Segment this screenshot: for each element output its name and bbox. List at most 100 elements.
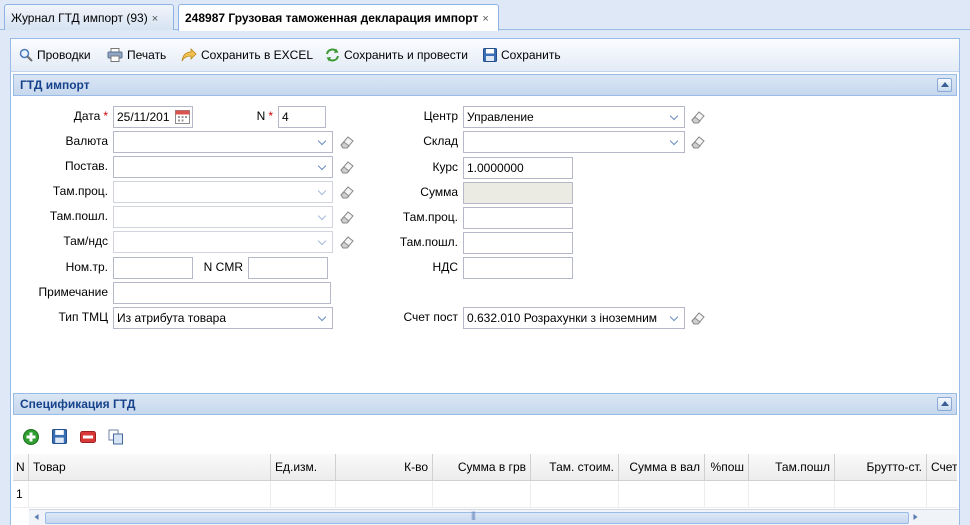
eraser-icon[interactable]	[339, 135, 355, 149]
column-header[interactable]: Там. стоим.	[531, 454, 619, 480]
scroll-left-icon[interactable]	[30, 511, 43, 523]
collapse-icon[interactable]	[937, 78, 952, 92]
tab-gtd-document[interactable]: 248987 Грузовая таможенная декларация им…	[178, 4, 499, 31]
save-to-excel-button[interactable]: Сохранить в EXCEL	[181, 46, 313, 64]
cmr-field[interactable]	[248, 257, 328, 279]
chevron-down-icon[interactable]	[314, 207, 332, 227]
right-customs-duty-field[interactable]	[463, 232, 573, 254]
rate-label: Курс	[432, 160, 458, 174]
customs-procedure-combo[interactable]	[113, 181, 333, 203]
calendar-icon[interactable]	[175, 109, 190, 124]
printer-icon	[107, 48, 123, 62]
customs-duty-combo[interactable]	[113, 206, 333, 228]
table-cell[interactable]	[749, 481, 835, 507]
delete-row-icon[interactable]	[80, 431, 96, 443]
column-header[interactable]: Ед.изм.	[271, 454, 336, 480]
chevron-down-icon[interactable]	[314, 157, 332, 177]
date-field[interactable]: 25/11/201	[113, 106, 193, 128]
save-row-icon[interactable]	[52, 429, 67, 444]
currency-combo[interactable]	[113, 131, 333, 153]
goods-type-combo[interactable]: Из атрибута товара	[113, 307, 333, 329]
sum-label: Сумма	[420, 185, 458, 199]
spec-grid-header: N Товар Ед.изм. К-во Сумма в грв Там. ст…	[13, 454, 957, 481]
panel-title: ГТД импорт	[20, 78, 90, 92]
right-customs-procedure-field[interactable]	[463, 207, 573, 229]
table-cell[interactable]	[927, 481, 957, 507]
tab-label: Журнал ГТД импорт (93)	[11, 11, 148, 25]
table-cell[interactable]	[705, 481, 749, 507]
eraser-icon[interactable]	[690, 110, 706, 124]
table-cell[interactable]	[835, 481, 927, 507]
note-field[interactable]	[113, 282, 331, 304]
toolbar: Проводки Печать Сохранить в EXCEL Сохран…	[11, 39, 959, 72]
panel-title: Спецификация ГТД	[20, 397, 136, 411]
eraser-icon[interactable]	[339, 160, 355, 174]
column-header[interactable]: %пош	[705, 454, 749, 480]
chevron-down-icon[interactable]	[666, 308, 684, 328]
eraser-icon[interactable]	[690, 135, 706, 149]
note-label: Примечание	[38, 285, 108, 299]
table-cell: 1	[13, 481, 29, 507]
rate-field[interactable]: 1.0000000	[463, 157, 573, 179]
table-cell[interactable]	[271, 481, 336, 507]
scroll-right-icon[interactable]	[909, 511, 922, 523]
collapse-icon[interactable]	[937, 397, 952, 411]
eraser-icon[interactable]	[339, 210, 355, 224]
column-header[interactable]: Счет	[927, 454, 957, 480]
add-row-icon[interactable]	[23, 429, 39, 445]
column-header[interactable]: Брутто-ст.	[835, 454, 927, 480]
eraser-icon[interactable]	[339, 235, 355, 249]
chevron-down-icon[interactable]	[314, 182, 332, 202]
customs-vat-combo[interactable]	[113, 231, 333, 253]
cmr-label: N CMR	[203, 260, 243, 274]
center-combo[interactable]: Управление	[463, 106, 685, 128]
vat-field[interactable]	[463, 257, 573, 279]
table-cell[interactable]	[619, 481, 705, 507]
supplier-combo[interactable]	[113, 156, 333, 178]
table-cell[interactable]	[531, 481, 619, 507]
refresh-icon	[326, 48, 339, 62]
right-customs-procedure-label: Там.проц.	[402, 210, 458, 224]
table-cell[interactable]	[29, 481, 271, 507]
invoice-number-field[interactable]	[113, 257, 193, 279]
chevron-down-icon[interactable]	[666, 132, 684, 152]
supplier-label: Постав.	[64, 159, 108, 173]
close-icon[interactable]: ×	[152, 13, 158, 25]
scrollbar-thumb[interactable]: |||	[45, 510, 909, 524]
chevron-down-icon[interactable]	[314, 308, 332, 328]
eraser-icon[interactable]	[690, 311, 706, 325]
table-cell[interactable]	[336, 481, 433, 507]
number-field[interactable]: 4	[278, 106, 326, 128]
horizontal-scrollbar[interactable]: |||	[29, 509, 959, 525]
eraser-icon[interactable]	[339, 185, 355, 199]
chevron-down-icon[interactable]	[666, 107, 684, 127]
supplier-account-combo[interactable]: 0.632.010 Розрахунки з іноземним	[463, 307, 685, 329]
chevron-down-icon[interactable]	[314, 132, 332, 152]
goods-type-label: Тип ТМЦ	[58, 310, 108, 324]
tab-strip: Журнал ГТД импорт (93) × 248987 Грузовая …	[0, 0, 970, 31]
save-button[interactable]: Сохранить	[483, 46, 561, 64]
date-label: Дата *	[73, 109, 108, 123]
floppy-disk-icon	[483, 48, 497, 62]
entries-button[interactable]: Проводки	[19, 46, 91, 64]
table-cell[interactable]	[433, 481, 531, 507]
column-header[interactable]: К-во	[336, 454, 433, 480]
column-header[interactable]: Там.пошл	[749, 454, 835, 480]
save-and-post-button[interactable]: Сохранить и провести	[325, 46, 468, 64]
close-icon[interactable]: ×	[482, 13, 488, 25]
chevron-down-icon[interactable]	[314, 232, 332, 252]
column-header[interactable]: N	[13, 454, 29, 480]
table-row[interactable]: 1	[13, 481, 957, 508]
column-header[interactable]: Товар	[29, 454, 271, 480]
customs-vat-label: Там/ндс	[63, 234, 108, 248]
column-header[interactable]: Сумма в грв	[433, 454, 531, 480]
column-header[interactable]: Сумма в вал	[619, 454, 705, 480]
warehouse-combo[interactable]	[463, 131, 685, 153]
customs-duty-label: Там.пошл.	[49, 209, 108, 223]
print-button[interactable]: Печать	[107, 46, 166, 64]
customs-procedure-label: Там.проц.	[52, 184, 108, 198]
invoice-number-label: Ном.тр.	[65, 260, 108, 274]
scrollbar-grip: |||	[471, 510, 476, 520]
copy-row-icon[interactable]	[108, 429, 124, 445]
tab-gtd-journal[interactable]: Журнал ГТД импорт (93) ×	[4, 4, 174, 30]
